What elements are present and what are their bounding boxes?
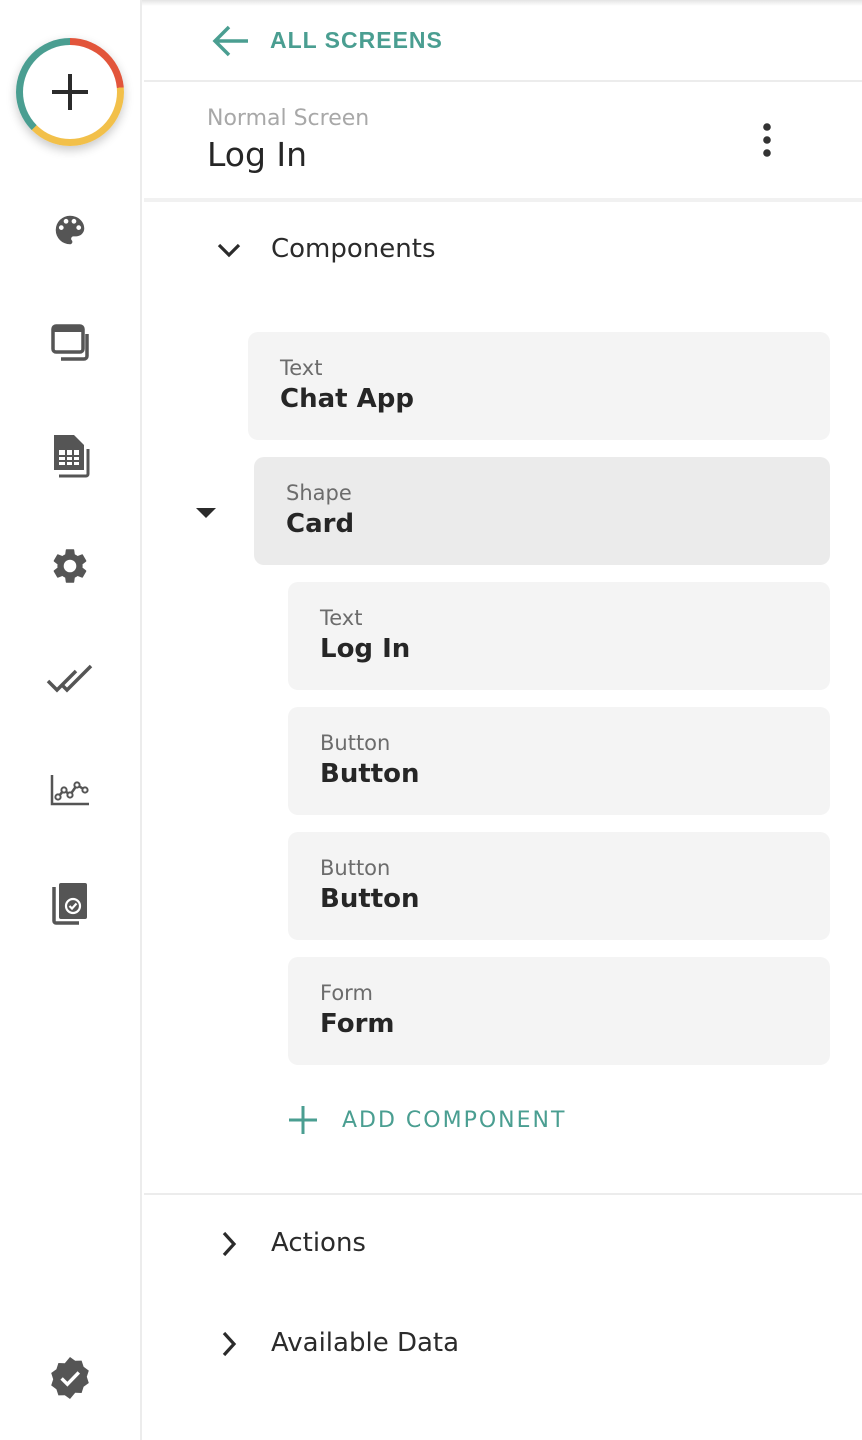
component-item[interactable]: Text Log In bbox=[288, 582, 830, 690]
verified-icon bbox=[51, 1357, 89, 1399]
actions-section-title[interactable]: Actions bbox=[271, 1228, 366, 1258]
component-item[interactable]: Form Form bbox=[288, 957, 830, 1065]
component-name: Button bbox=[320, 884, 420, 914]
publish-check-icon bbox=[52, 883, 87, 925]
all-screens-link[interactable]: ALL SCREENS bbox=[270, 27, 443, 54]
caret-down-icon[interactable] bbox=[194, 504, 218, 522]
analytics-button[interactable] bbox=[45, 765, 95, 815]
plus-icon bbox=[289, 1106, 317, 1134]
screen-type-label: Normal Screen bbox=[207, 106, 370, 131]
component-type: Text bbox=[320, 606, 363, 630]
component-type: Form bbox=[320, 981, 373, 1005]
screens-icon bbox=[51, 324, 89, 361]
chevron-right-icon[interactable] bbox=[214, 1329, 244, 1359]
left-sidebar bbox=[0, 0, 142, 1440]
screen-header: Normal Screen Log In bbox=[144, 82, 862, 202]
divider bbox=[144, 1193, 862, 1195]
add-button[interactable] bbox=[16, 38, 124, 146]
component-type: Text bbox=[280, 356, 323, 380]
component-item[interactable]: Text Chat App bbox=[248, 332, 830, 440]
component-type: Button bbox=[320, 856, 391, 880]
add-component-button[interactable]: ADD COMPONENT bbox=[288, 1103, 618, 1143]
screen-panel: ALL SCREENS Normal Screen Log In Compone… bbox=[144, 0, 862, 1440]
available-data-section-title[interactable]: Available Data bbox=[271, 1328, 459, 1358]
add-component-label: ADD COMPONENT bbox=[342, 1108, 567, 1133]
component-type: Button bbox=[320, 731, 391, 755]
settings-icon bbox=[53, 549, 87, 583]
component-name: Chat App bbox=[280, 384, 414, 414]
palette-icon bbox=[55, 215, 85, 245]
branding-button[interactable] bbox=[45, 205, 95, 255]
component-name: Log In bbox=[320, 634, 411, 664]
component-name: Button bbox=[320, 759, 420, 789]
components-section-title[interactable]: Components bbox=[271, 234, 436, 264]
more-vert-icon[interactable] bbox=[752, 120, 782, 160]
testing-button[interactable] bbox=[45, 654, 95, 704]
settings-button[interactable] bbox=[45, 541, 95, 591]
screen-title: Log In bbox=[207, 135, 308, 174]
status-button[interactable] bbox=[45, 1353, 95, 1403]
plus-icon bbox=[52, 74, 88, 110]
database-button[interactable] bbox=[45, 430, 95, 480]
component-item[interactable]: Shape Card bbox=[254, 457, 830, 565]
analytics-icon bbox=[50, 775, 89, 806]
component-item[interactable]: Button Button bbox=[288, 707, 830, 815]
component-type: Shape bbox=[286, 481, 352, 505]
component-item[interactable]: Button Button bbox=[288, 832, 830, 940]
done-all-icon bbox=[46, 664, 93, 693]
screens-button[interactable] bbox=[45, 318, 95, 368]
publish-button[interactable] bbox=[45, 878, 95, 928]
back-nav: ALL SCREENS bbox=[144, 0, 862, 82]
component-name: Card bbox=[286, 509, 355, 539]
chevron-right-icon[interactable] bbox=[214, 1229, 244, 1259]
database-icon bbox=[54, 435, 90, 478]
chevron-down-icon[interactable] bbox=[214, 236, 244, 266]
component-name: Form bbox=[320, 1009, 395, 1039]
arrow-left-icon[interactable] bbox=[210, 22, 250, 60]
